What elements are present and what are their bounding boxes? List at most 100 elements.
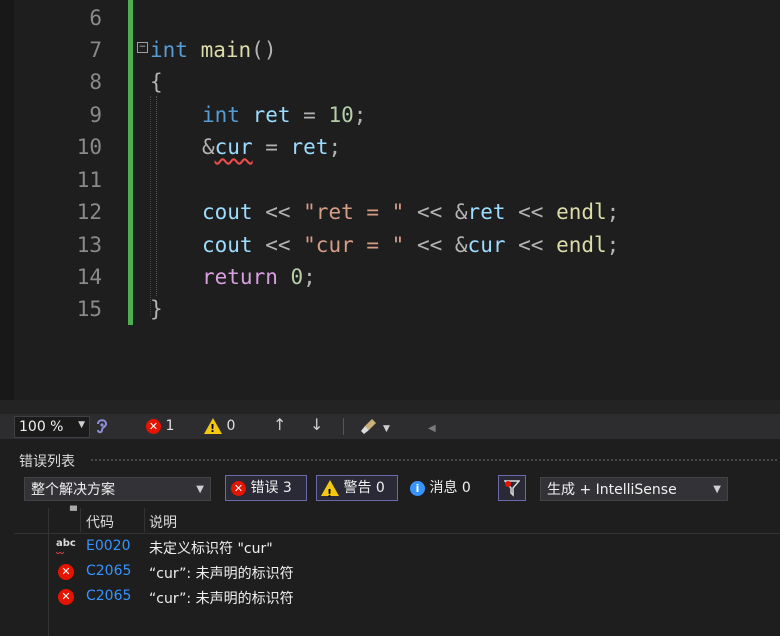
chevron-down-icon: ▼	[196, 484, 204, 495]
table-row[interactable]: ✕ C2065 “cur”: 未声明的标识符	[14, 586, 780, 610]
string-literal: "ret = "	[303, 200, 405, 224]
filter-toggle-button[interactable]	[498, 475, 526, 501]
scroll-left-icon[interactable]: ◀	[428, 420, 436, 437]
line-number: 7	[89, 38, 102, 62]
error-code-link[interactable]: C2065	[86, 588, 131, 604]
error-code-link[interactable]: E0020	[86, 538, 130, 554]
string-literal: "cur = "	[303, 233, 405, 257]
warning-count-indicator[interactable]: ! 0	[204, 418, 235, 435]
arrow-up-icon[interactable]: ↑	[273, 416, 286, 433]
error-description: 未定义标识符 "cur"	[149, 541, 273, 557]
zoom-value: 100 %	[19, 419, 64, 435]
column-header-code[interactable]: 代码	[86, 512, 114, 532]
identifier: cout	[202, 200, 253, 224]
collapse-icon[interactable]: −	[137, 42, 148, 53]
error-count-indicator[interactable]: ✕ 1	[146, 418, 174, 435]
punctuation: ;	[303, 265, 316, 289]
code-line-14[interactable]: return 0;	[202, 261, 316, 293]
warning-icon: !	[321, 480, 339, 500]
operator: <<	[252, 200, 304, 224]
table-row[interactable]: abc 〰 E0020 未定义标识符 "cur"	[14, 536, 780, 560]
operator: <<	[505, 233, 557, 257]
punctuation: ()	[251, 38, 277, 62]
line-number: 14	[76, 265, 102, 289]
line-number: 11	[76, 168, 102, 192]
warnings-filter-button[interactable]: ! 警告 0	[316, 475, 398, 501]
code-line-7[interactable]: int main()	[150, 34, 276, 66]
change-tracking-bar	[128, 0, 133, 325]
code-line-9[interactable]: int ret = 10;	[202, 99, 366, 131]
info-icon: i	[410, 480, 425, 496]
code-line-12[interactable]: cout << "ret = " << &ret << endl;	[202, 196, 619, 228]
error-icon: ✕	[146, 418, 161, 434]
line-number: 10	[76, 135, 102, 159]
messages-filter-button[interactable]: i 消息 0	[410, 475, 471, 501]
operator: <<	[404, 200, 455, 224]
warnings-filter-label: 警告 0	[343, 480, 385, 496]
funnel-icon	[503, 480, 521, 497]
warning-count: 0	[226, 418, 236, 434]
sort-icon[interactable]: ▀	[70, 507, 77, 517]
function-name: endl	[556, 233, 607, 257]
code-line-10[interactable]: &cur = ret;	[202, 131, 341, 163]
scope-value: 整个解决方案	[31, 482, 115, 498]
code-line-13[interactable]: cout << "cur = " << &cur << endl;	[202, 229, 619, 261]
error-code-link[interactable]: C2065	[86, 563, 131, 579]
brace: {	[150, 70, 163, 94]
panel-title: 错误列表	[19, 454, 75, 470]
punctuation: ;	[606, 233, 620, 257]
brace: }	[150, 297, 163, 321]
arrow-down-icon[interactable]: ↓	[310, 416, 323, 433]
line-number: 12	[76, 200, 102, 224]
column-header-description[interactable]: 说明	[149, 512, 177, 532]
keyword: int	[150, 38, 188, 62]
chevron-down-icon: ▼	[78, 420, 85, 430]
operator: <<	[404, 233, 455, 257]
brush-icon[interactable]	[360, 417, 378, 435]
abc-squiggle-icon: abc 〰	[56, 538, 76, 559]
operator: =	[290, 103, 329, 127]
chevron-down-icon: ▼	[713, 484, 721, 495]
error-icon: ✕	[231, 480, 246, 496]
identifier: cout	[202, 233, 253, 257]
error-icon: ✕	[58, 589, 74, 605]
errors-filter-button[interactable]: ✕ 错误 3	[225, 475, 307, 501]
ear-icon[interactable]	[94, 417, 110, 435]
horizontal-scroll-area[interactable]	[0, 400, 780, 414]
error-icon: ✕	[58, 564, 74, 580]
editor-status-strip: 100 % ▼ ✕ 1 ! 0 ↑ ↓ ▼ ◀	[0, 414, 780, 439]
scope-combo[interactable]: 整个解决方案 ▼	[24, 477, 211, 501]
warning-icon: !	[204, 418, 222, 435]
keyword: int	[202, 103, 240, 127]
header-divider	[14, 533, 780, 534]
error-count: 1	[165, 418, 175, 434]
operator: &	[454, 200, 468, 224]
drag-grip[interactable]	[90, 458, 778, 462]
chevron-down-icon[interactable]: ▼	[383, 421, 390, 438]
number: 0	[290, 265, 304, 289]
messages-filter-label: 消息 0	[429, 480, 471, 496]
line-number: 9	[89, 103, 102, 127]
errors-filter-label: 错误 3	[250, 480, 292, 496]
column-divider	[144, 508, 145, 532]
variable: ret	[252, 103, 291, 127]
line-number: 13	[76, 233, 102, 257]
punctuation: ;	[606, 200, 620, 224]
punctuation: ;	[328, 135, 342, 159]
line-number: 8	[89, 70, 102, 94]
line-number: 15	[76, 297, 102, 321]
zoom-combo[interactable]: 100 % ▼	[14, 416, 90, 438]
table-row[interactable]: ✕ C2065 “cur”: 未声明的标识符	[14, 561, 780, 585]
editor-margin	[0, 0, 14, 414]
line-number: 6	[89, 6, 102, 30]
indent-guide	[156, 96, 157, 296]
source-combo[interactable]: 生成 + IntelliSense ▼	[540, 477, 728, 501]
code-line-8[interactable]: {	[150, 66, 163, 98]
operator: <<	[505, 200, 557, 224]
function-name: main	[200, 38, 252, 62]
error-description: “cur”: 未声明的标识符	[149, 591, 294, 607]
brace-guide	[150, 96, 151, 316]
code-line-15[interactable]: }	[150, 293, 163, 325]
code-editor[interactable]: 6 7 8 9 10 11 12 13 14 15 − int main() {…	[0, 0, 780, 414]
operator: &	[454, 233, 468, 257]
